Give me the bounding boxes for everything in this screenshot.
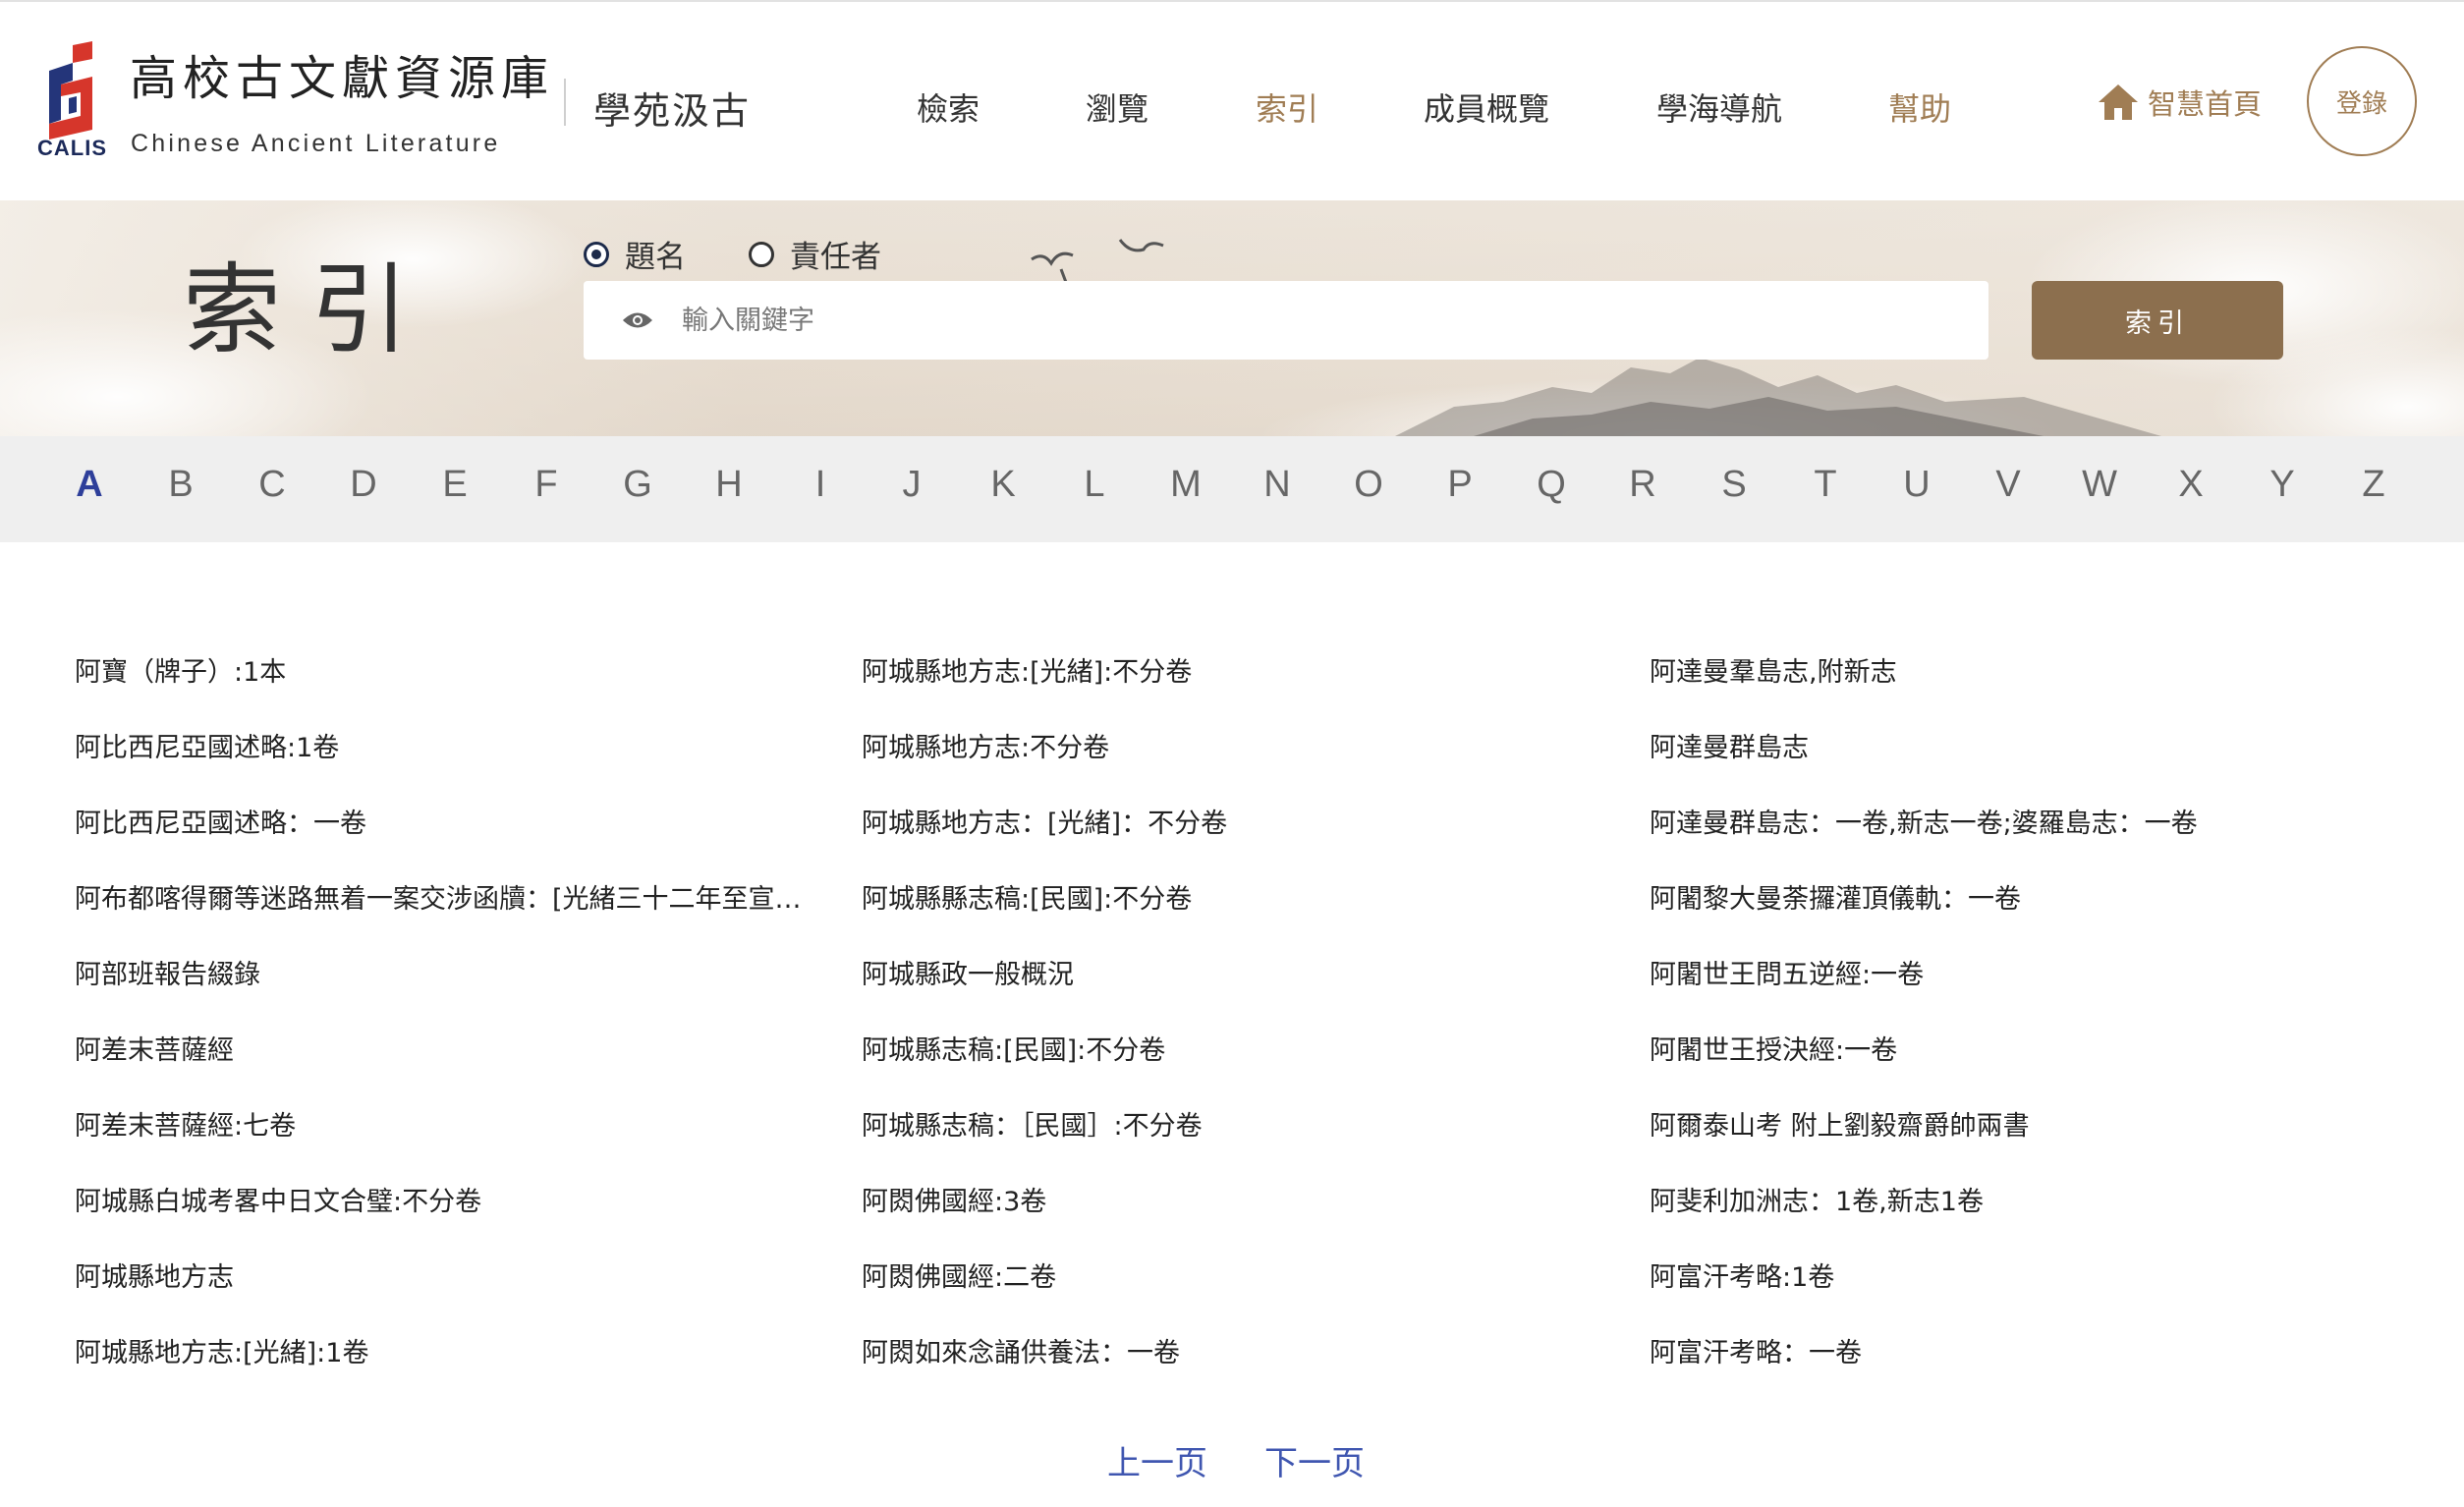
- list-item[interactable]: 阿寶（牌子）:1本: [75, 650, 808, 726]
- sub-brand: 學苑汲古: [593, 89, 752, 133]
- radio-title-label: 題名: [625, 240, 686, 275]
- results-column-3: 阿達曼羣島志,附新志 阿達曼群島志 阿達曼群島志：一卷,新志一卷;婆羅島志：一卷…: [1650, 650, 2396, 1407]
- letter-m[interactable]: M: [1156, 464, 1215, 506]
- home-icon: [2099, 84, 2138, 120]
- list-item[interactable]: 阿爾泰山考 附上劉毅齋爵帥兩書: [1650, 1104, 2396, 1180]
- letter-a[interactable]: A: [60, 464, 119, 506]
- smart-home-label: 智慧首頁: [2148, 87, 2263, 121]
- eye-icon[interactable]: [621, 309, 654, 331]
- nav-index[interactable]: 索引: [1256, 84, 1318, 130]
- list-item[interactable]: 阿閦如來念誦供養法：一卷: [862, 1331, 1608, 1407]
- letter-s[interactable]: S: [1705, 464, 1764, 506]
- list-item[interactable]: 阿城縣地方志:不分卷: [862, 726, 1608, 802]
- results-column-2: 阿城縣地方志:[光緒]:不分卷 阿城縣地方志:不分卷 阿城縣地方志：[光緒]：不…: [862, 650, 1608, 1407]
- letter-v[interactable]: V: [1979, 464, 2038, 506]
- letter-b[interactable]: B: [151, 464, 210, 506]
- list-item[interactable]: 阿城縣地方志：[光緒]：不分卷: [862, 802, 1608, 877]
- letter-k[interactable]: K: [974, 464, 1033, 506]
- letter-p[interactable]: P: [1430, 464, 1489, 506]
- radio-checked-icon: [584, 241, 609, 267]
- letter-o[interactable]: O: [1339, 464, 1398, 506]
- letter-x[interactable]: X: [2161, 464, 2220, 506]
- radio-author-label: 責任者: [790, 240, 881, 275]
- letter-j[interactable]: J: [882, 464, 941, 506]
- search-input[interactable]: [680, 304, 1961, 337]
- logo-text: CALIS: [37, 136, 107, 160]
- letter-e[interactable]: E: [425, 464, 484, 506]
- list-item[interactable]: 阿城縣志稿：［民國］:不分卷: [862, 1104, 1608, 1180]
- list-item[interactable]: 阿比西尼亞國述略:1卷: [75, 726, 808, 802]
- radio-unchecked-icon: [749, 241, 774, 267]
- list-item[interactable]: 阿比西尼亞國述略：一卷: [75, 802, 808, 877]
- prev-page-link[interactable]: 上一页: [1107, 1436, 1207, 1484]
- letter-r[interactable]: R: [1613, 464, 1672, 506]
- letter-g[interactable]: G: [608, 464, 667, 506]
- next-page-link[interactable]: 下一页: [1264, 1436, 1365, 1484]
- letter-n[interactable]: N: [1248, 464, 1307, 506]
- letter-d[interactable]: D: [334, 464, 393, 506]
- smart-home-link[interactable]: 智慧首頁: [2097, 81, 2262, 124]
- site-header: CALIS 高校古文獻資源庫 Chinese Ancient Literatur…: [0, 2, 2464, 200]
- letter-l[interactable]: L: [1065, 464, 1124, 506]
- radio-author[interactable]: 責任者: [749, 232, 881, 276]
- list-item[interactable]: 阿城縣地方志: [75, 1256, 808, 1331]
- list-item[interactable]: 阿城縣白城考畧中日文合璧:不分卷: [75, 1180, 808, 1256]
- nav-search[interactable]: 檢索: [917, 84, 980, 130]
- site-subtitle: Chinese Ancient Literature: [131, 130, 501, 157]
- letter-z[interactable]: Z: [2344, 464, 2403, 506]
- search-banner: 索引 題名 責任者 索引: [0, 200, 2464, 436]
- letter-u[interactable]: U: [1887, 464, 1946, 506]
- letter-w[interactable]: W: [2070, 464, 2129, 506]
- list-item[interactable]: 阿達曼羣島志,附新志: [1650, 650, 2396, 726]
- letter-t[interactable]: T: [1796, 464, 1855, 506]
- letter-q[interactable]: Q: [1522, 464, 1581, 506]
- list-item[interactable]: 阿斐利加洲志：1卷,新志1卷: [1650, 1180, 2396, 1256]
- nav-navigation[interactable]: 學海導航: [1656, 84, 1782, 130]
- list-item[interactable]: 阿達曼群島志：一卷,新志一卷;婆羅島志：一卷: [1650, 802, 2396, 877]
- list-item[interactable]: 阿城縣縣志稿:[民國]:不分卷: [862, 877, 1608, 953]
- list-item[interactable]: 阿達曼群島志: [1650, 726, 2396, 802]
- list-item[interactable]: 阿闍世王問五逆經:一卷: [1650, 953, 2396, 1029]
- list-item[interactable]: 阿富汗考略：一卷: [1650, 1331, 2396, 1407]
- letter-i[interactable]: I: [791, 464, 850, 506]
- login-button[interactable]: 登錄: [2307, 46, 2417, 156]
- index-search-button[interactable]: 索引: [2032, 281, 2283, 360]
- nav-members[interactable]: 成員概覽: [1424, 84, 1549, 130]
- letter-y[interactable]: Y: [2253, 464, 2312, 506]
- list-item[interactable]: 阿布都喀得爾等迷路無着一案交涉函牘：[光緒三十二年至宣統元年]: [75, 877, 808, 953]
- radio-title[interactable]: 題名: [584, 232, 686, 276]
- nav-browse[interactable]: 瀏覽: [1086, 84, 1148, 130]
- letter-h[interactable]: H: [700, 464, 758, 506]
- nav-help[interactable]: 幫助: [1888, 84, 1951, 130]
- list-item[interactable]: 阿城縣志稿:[民國]:不分卷: [862, 1029, 1608, 1104]
- list-item[interactable]: 阿闍黎大曼荼攞灌頂儀軌：一卷: [1650, 877, 2396, 953]
- list-item[interactable]: 阿闍世王授決經:一卷: [1650, 1029, 2396, 1104]
- list-item[interactable]: 阿閦佛國經:二卷: [862, 1256, 1608, 1331]
- list-item[interactable]: 阿閦佛國經:3卷: [862, 1180, 1608, 1256]
- site-title[interactable]: 高校古文獻資源庫: [130, 55, 554, 102]
- list-item[interactable]: 阿城縣地方志:[光緒]:1卷: [75, 1331, 808, 1407]
- list-item[interactable]: 阿富汗考略:1卷: [1650, 1256, 2396, 1331]
- letter-c[interactable]: C: [243, 464, 302, 506]
- header-divider: [564, 79, 566, 126]
- banner-title: 索引: [183, 252, 438, 367]
- results-column-1: 阿寶（牌子）:1本 阿比西尼亞國述略:1卷 阿比西尼亞國述略：一卷 阿布都喀得爾…: [75, 650, 808, 1407]
- list-item[interactable]: 阿城縣政一般概況: [862, 953, 1608, 1029]
- search-box: [584, 281, 1988, 360]
- alphabet-bar: A B C D E F G H I J K L M N O P Q R S T …: [0, 436, 2464, 542]
- letter-f[interactable]: F: [517, 464, 576, 506]
- list-item[interactable]: 阿差末菩薩經: [75, 1029, 808, 1104]
- list-item[interactable]: 阿城縣地方志:[光緒]:不分卷: [862, 650, 1608, 726]
- list-item[interactable]: 阿部班報告綴錄: [75, 953, 808, 1029]
- search-type-group: 題名 責任者: [584, 232, 944, 276]
- list-item[interactable]: 阿差末菩薩經:七卷: [75, 1104, 808, 1180]
